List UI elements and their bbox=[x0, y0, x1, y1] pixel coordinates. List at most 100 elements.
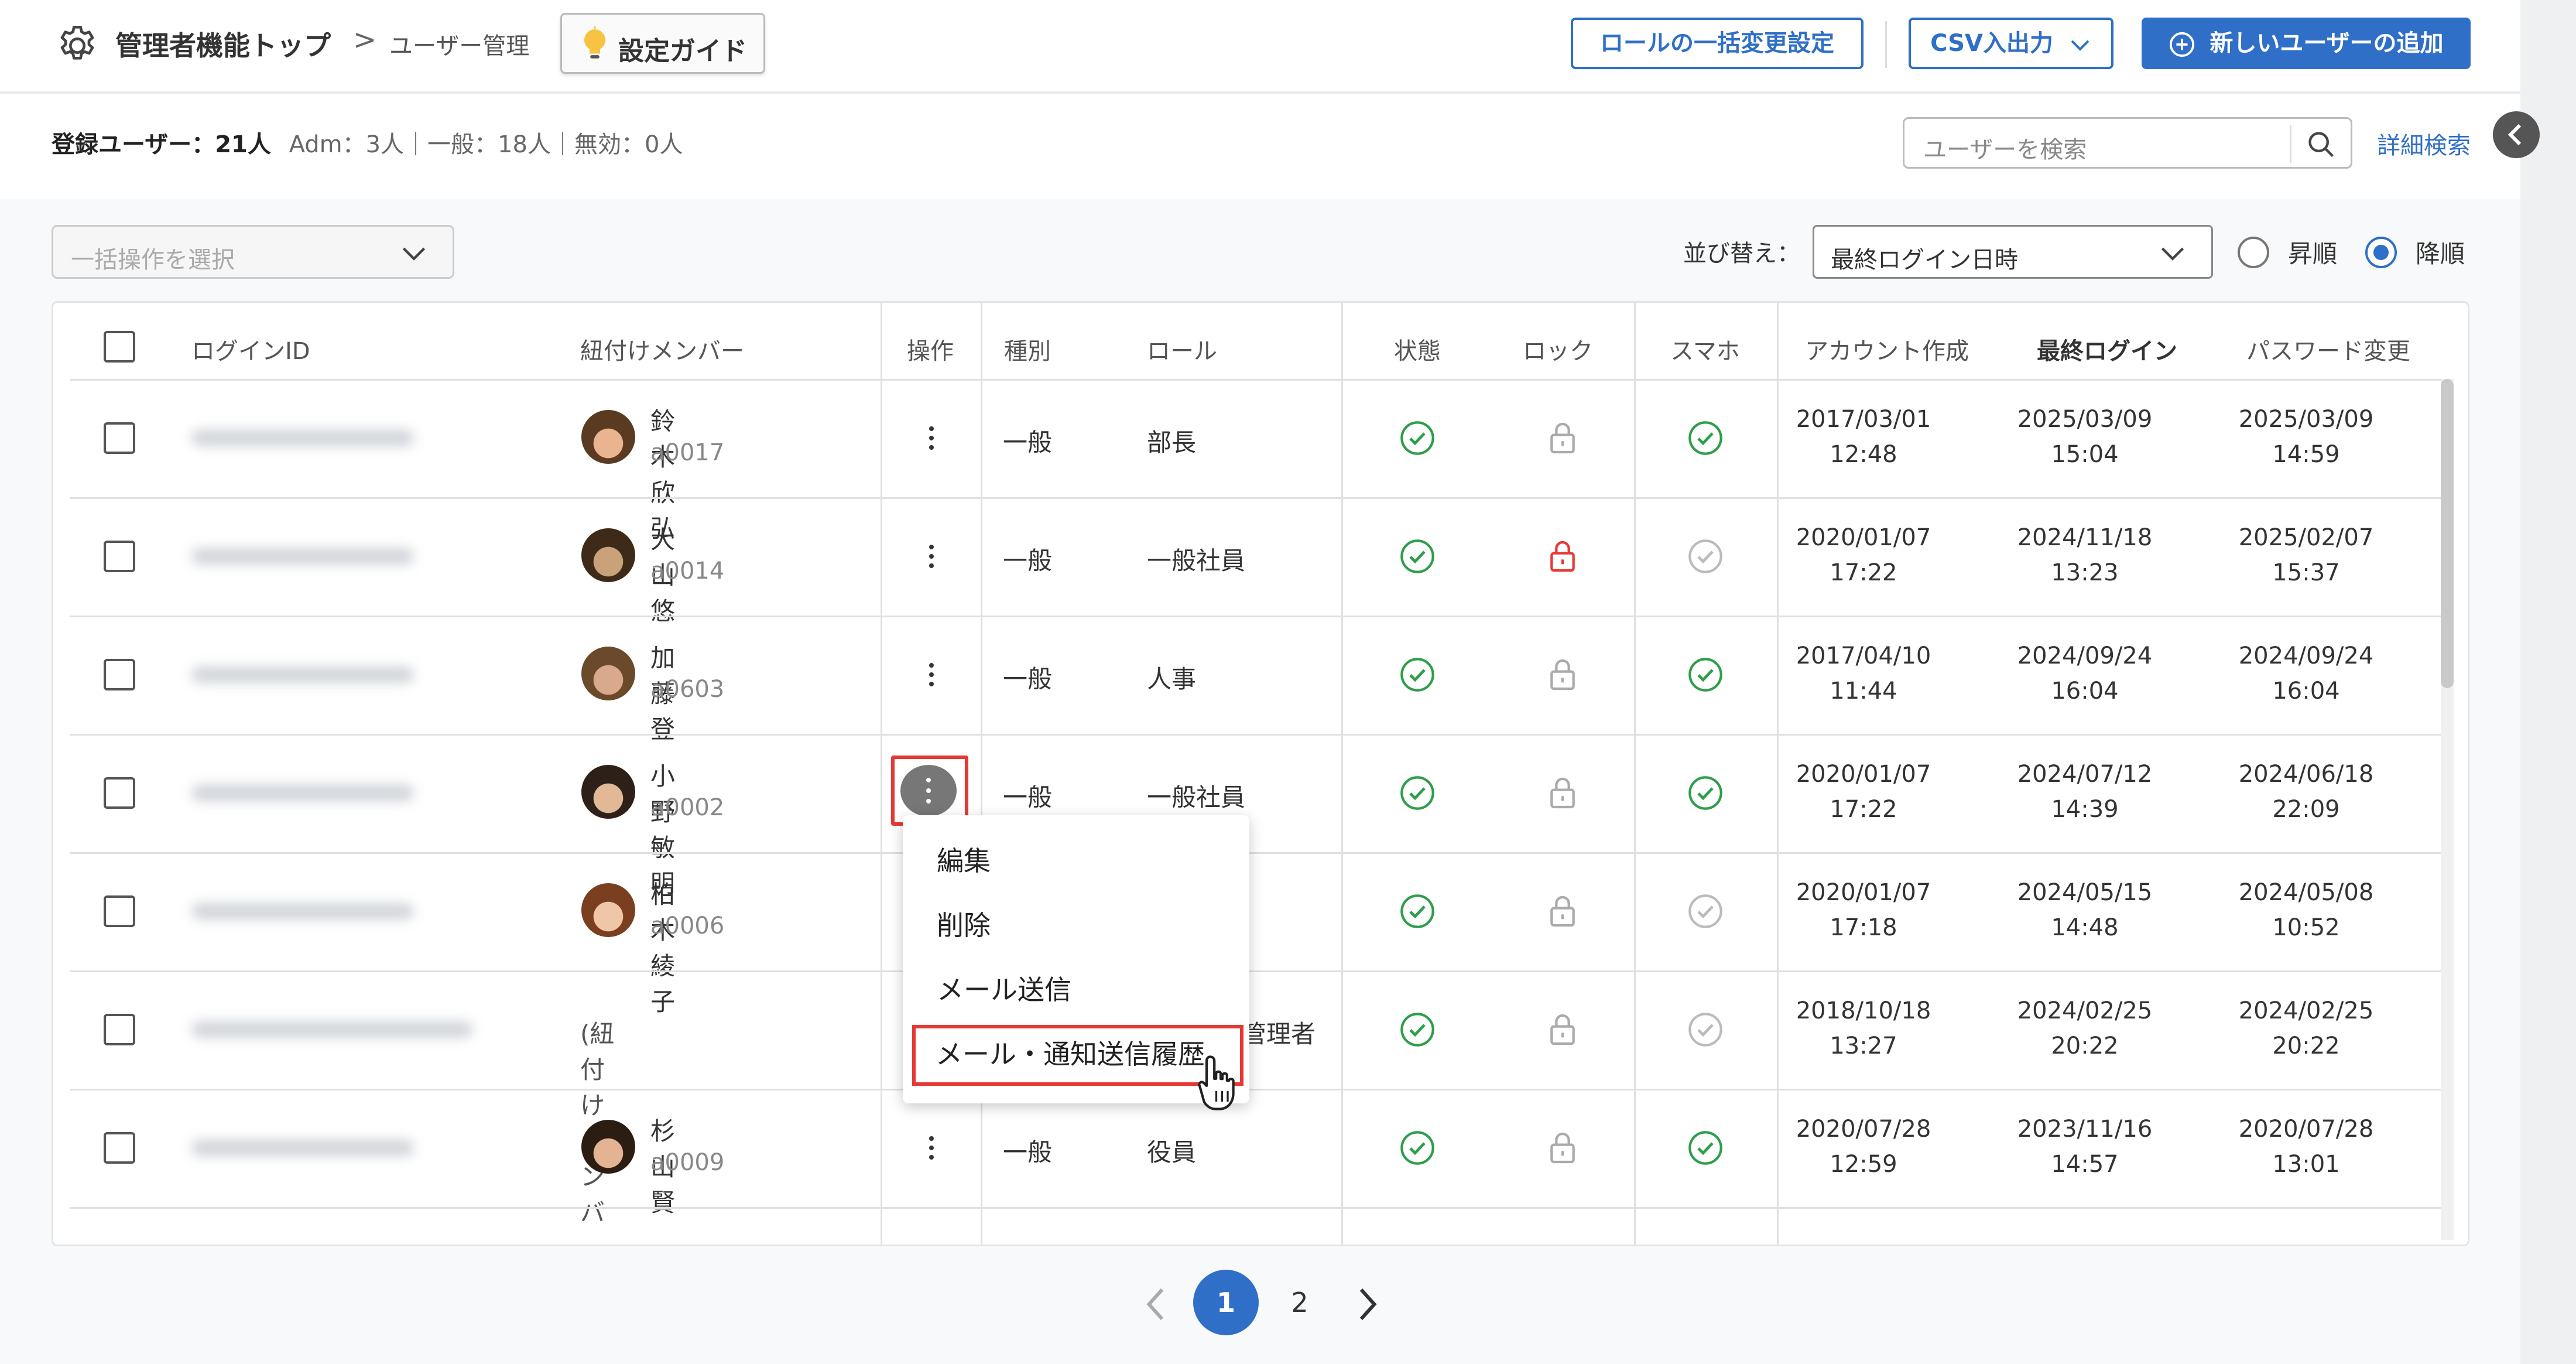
column-divider bbox=[981, 303, 982, 1245]
col-header-last-login[interactable]: 最終ログイン bbox=[2037, 332, 2177, 366]
search-divider bbox=[2290, 125, 2291, 163]
bulk-action-select[interactable]: 一括操作を選択 bbox=[52, 225, 454, 279]
row-action-button[interactable] bbox=[928, 657, 935, 692]
csv-io-button[interactable]: CSV入出力 bbox=[1909, 18, 2113, 69]
col-header-role[interactable]: ロール bbox=[1147, 332, 1217, 366]
column-divider bbox=[1341, 303, 1343, 1245]
lock-open-icon[interactable] bbox=[1544, 1129, 1581, 1167]
status-check-icon bbox=[1400, 894, 1434, 928]
avatar bbox=[581, 1120, 635, 1174]
avatar bbox=[581, 647, 635, 700]
row-action-button[interactable] bbox=[928, 421, 935, 456]
user-role: 役員 bbox=[1147, 1138, 1197, 1167]
date-pw-changed: 2024/09/24 16:04 bbox=[2238, 642, 2374, 705]
add-user-label: 新しいユーザーの追加 bbox=[2210, 30, 2444, 57]
status-check-icon bbox=[1400, 539, 1434, 573]
col-header-member[interactable]: 紐付けメンバー bbox=[580, 332, 744, 366]
sort-asc-radio[interactable] bbox=[2238, 237, 2269, 268]
sort-label: 並び替え： bbox=[1683, 240, 1800, 267]
header: 管理者機能トップ > ユーザー管理 設定ガイド ロールの一括変更設定 CSV入出… bbox=[0, 0, 2520, 94]
col-header-type[interactable]: 種別 bbox=[1004, 332, 1051, 366]
login-id-redacted bbox=[191, 903, 414, 919]
page-button-1[interactable]: 1 bbox=[1193, 1270, 1259, 1335]
col-header-lock[interactable]: ロック bbox=[1523, 332, 1593, 366]
sort-desc-label[interactable]: 降順 bbox=[2416, 234, 2465, 270]
column-divider bbox=[881, 303, 882, 1245]
col-header-phone[interactable]: スマホ bbox=[1670, 332, 1740, 366]
date-pw-changed: 2024/05/08 10:52 bbox=[2238, 879, 2374, 941]
next-page-icon[interactable] bbox=[1352, 1284, 1382, 1325]
chevron-down-icon bbox=[402, 247, 426, 261]
avatar bbox=[581, 410, 635, 464]
select-all-checkbox[interactable] bbox=[104, 331, 135, 363]
advanced-search-link[interactable]: 詳細検索 bbox=[2377, 127, 2471, 160]
right-strip bbox=[2520, 0, 2576, 1364]
phone-status-icon bbox=[1688, 894, 1722, 928]
date-last-login: 2025/03/09 15:04 bbox=[2017, 406, 2153, 468]
lock-open-icon[interactable] bbox=[1544, 1011, 1581, 1048]
page-button-2[interactable]: 2 bbox=[1276, 1270, 1323, 1335]
lock-closed-icon[interactable] bbox=[1544, 538, 1581, 575]
row-divider bbox=[70, 497, 2441, 499]
login-id-redacted bbox=[191, 666, 414, 683]
row-action-button[interactable] bbox=[928, 539, 935, 574]
sort-desc-radio[interactable] bbox=[2365, 237, 2397, 268]
sort-asc-label[interactable]: 昇順 bbox=[2288, 234, 2337, 270]
row-checkbox[interactable] bbox=[104, 659, 135, 690]
lock-open-icon[interactable] bbox=[1544, 774, 1581, 812]
user-role: 管理者 bbox=[1242, 1020, 1316, 1048]
date-created: 2020/01/07 17:22 bbox=[1796, 761, 1931, 823]
phone-status-icon bbox=[1688, 658, 1722, 692]
login-id-redacted bbox=[191, 1021, 472, 1038]
menu-item-edit[interactable]: 編集 bbox=[937, 840, 991, 878]
col-header-login-id[interactable]: ログインID bbox=[191, 332, 310, 366]
date-created: 2018/10/18 13:27 bbox=[1796, 997, 1931, 1059]
hand-cursor-icon bbox=[1198, 1055, 1235, 1110]
add-user-button[interactable]: 新しいユーザーの追加 bbox=[2142, 18, 2471, 69]
row-checkbox[interactable] bbox=[104, 895, 135, 927]
row-divider bbox=[70, 1207, 2441, 1209]
role-bulk-change-button[interactable]: ロールの一括変更設定 bbox=[1571, 18, 1864, 69]
row-checkbox[interactable] bbox=[104, 1132, 135, 1164]
lock-open-icon[interactable] bbox=[1544, 893, 1581, 930]
setup-guide-button[interactable]: 設定ガイド bbox=[560, 13, 765, 74]
sort-select[interactable]: 最終ログイン日時 bbox=[1813, 225, 2213, 279]
date-created: 2020/01/07 17:22 bbox=[1796, 524, 1931, 586]
row-action-button[interactable] bbox=[928, 1130, 935, 1165]
user-role: 人事 bbox=[1147, 665, 1197, 693]
date-last-login: 2024/07/12 14:39 bbox=[2017, 761, 2153, 823]
row-divider bbox=[70, 734, 2441, 736]
collapse-panel-button[interactable] bbox=[2493, 111, 2540, 158]
menu-item-delete[interactable]: 削除 bbox=[937, 904, 991, 943]
member-id: a0006 bbox=[650, 912, 725, 939]
row-checkbox[interactable] bbox=[104, 422, 135, 454]
search-icon[interactable] bbox=[2306, 129, 2337, 160]
user-type: 一般 bbox=[1003, 428, 1053, 457]
breadcrumb-top[interactable]: 管理者機能トップ bbox=[115, 25, 331, 63]
menu-item-send-mail[interactable]: メール送信 bbox=[937, 969, 1071, 1007]
gear-icon[interactable] bbox=[54, 22, 101, 69]
status-check-icon bbox=[1400, 776, 1434, 810]
col-header-status[interactable]: 状態 bbox=[1394, 332, 1441, 366]
phone-status-icon bbox=[1688, 539, 1722, 573]
date-pw-changed: 2024/06/18 22:09 bbox=[2238, 761, 2374, 823]
col-header-created[interactable]: アカウント作成 bbox=[1805, 332, 1969, 366]
user-type: 一般 bbox=[1003, 546, 1053, 575]
row-checkbox[interactable] bbox=[104, 541, 135, 572]
breadcrumb-current: ユーザー管理 bbox=[389, 33, 530, 60]
user-role: 部長 bbox=[1147, 428, 1197, 457]
lock-open-icon[interactable] bbox=[1544, 656, 1581, 693]
row-checkbox[interactable] bbox=[104, 777, 135, 809]
col-header-action: 操作 bbox=[907, 338, 954, 365]
phone-status-icon bbox=[1688, 1131, 1722, 1165]
date-pw-changed: 2020/07/28 13:01 bbox=[2238, 1116, 2374, 1178]
lock-open-icon[interactable] bbox=[1544, 419, 1581, 457]
setup-guide-label: 設定ガイド bbox=[618, 36, 747, 66]
row-checkbox[interactable] bbox=[104, 1014, 135, 1045]
col-header-password-changed[interactable]: パスワード変更 bbox=[2246, 332, 2410, 366]
phone-status-icon bbox=[1688, 1013, 1722, 1047]
chevron-down-icon bbox=[2071, 40, 2089, 51]
scrollbar-thumb[interactable] bbox=[2441, 379, 2454, 688]
prev-page-icon[interactable] bbox=[1142, 1284, 1171, 1325]
search-input[interactable]: ユーザーを検索 bbox=[1903, 117, 2352, 169]
